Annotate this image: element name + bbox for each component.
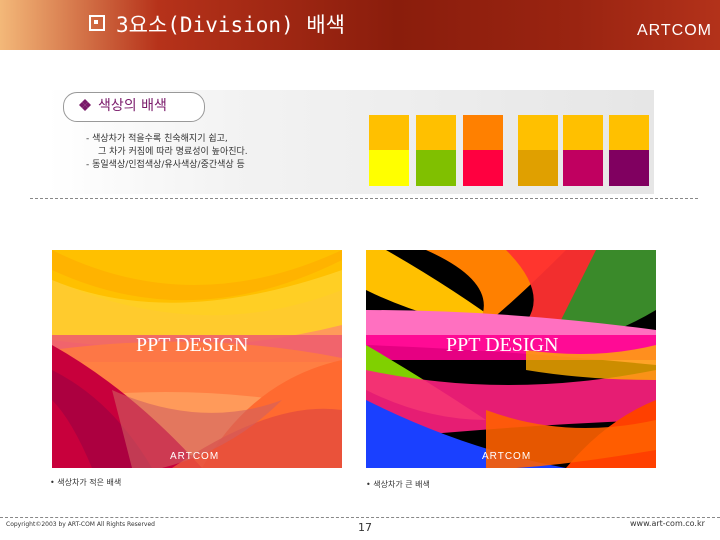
- description-line: - 동일색상/인접색상/유사색상/중간색상 등: [86, 160, 245, 170]
- color-swatch: [518, 115, 558, 151]
- header-brand: ARTCOM: [636, 22, 712, 39]
- color-swatch: [416, 115, 456, 151]
- panel-caption-text: PPT DESIGN: [136, 334, 249, 356]
- divider: [30, 198, 698, 199]
- description-line: - 색상차가 적을수록 친숙해지기 쉽고,: [86, 134, 228, 144]
- footer-divider: [0, 517, 720, 518]
- panel-caption: • 색상차가 큰 배색: [366, 480, 430, 489]
- color-swatch: [563, 115, 603, 151]
- description-line: 그 차가 커짐에 따라 명료성이 높아진다.: [98, 147, 248, 157]
- color-swatch: [369, 115, 409, 151]
- color-swatch: [369, 150, 409, 186]
- high-contrast-ribbons-image: [366, 250, 656, 468]
- color-swatch: [416, 150, 456, 186]
- header-bar: [0, 0, 720, 50]
- diamond-clover-icon: [79, 99, 91, 111]
- page-title: 3요소(Division) 배색: [116, 13, 345, 37]
- footer-copyright: Copyright©2003 by ART-COM All Rights Res…: [6, 521, 155, 528]
- color-swatch: [563, 150, 603, 186]
- checkbox-square-icon: [89, 15, 105, 31]
- page-number: 17: [358, 521, 372, 534]
- color-swatch: [609, 115, 649, 151]
- panel-brand: ARTCOM: [170, 451, 220, 462]
- color-swatch: [609, 150, 649, 186]
- footer-url[interactable]: www.art-com.co.kr: [630, 519, 705, 528]
- panel-low-contrast: PPT DESIGN ARTCOM: [52, 250, 342, 468]
- section-title: 색상의 배색: [98, 98, 167, 114]
- color-swatch: [463, 150, 503, 186]
- panel-caption-text: PPT DESIGN: [446, 334, 559, 356]
- color-swatch: [463, 115, 503, 151]
- panel-high-contrast: PPT DESIGN ARTCOM: [366, 250, 656, 468]
- color-swatch: [518, 150, 558, 186]
- low-contrast-ribbons-image: [52, 250, 342, 468]
- panel-caption: • 색상차가 적은 배색: [50, 478, 122, 487]
- panel-brand: ARTCOM: [482, 451, 532, 462]
